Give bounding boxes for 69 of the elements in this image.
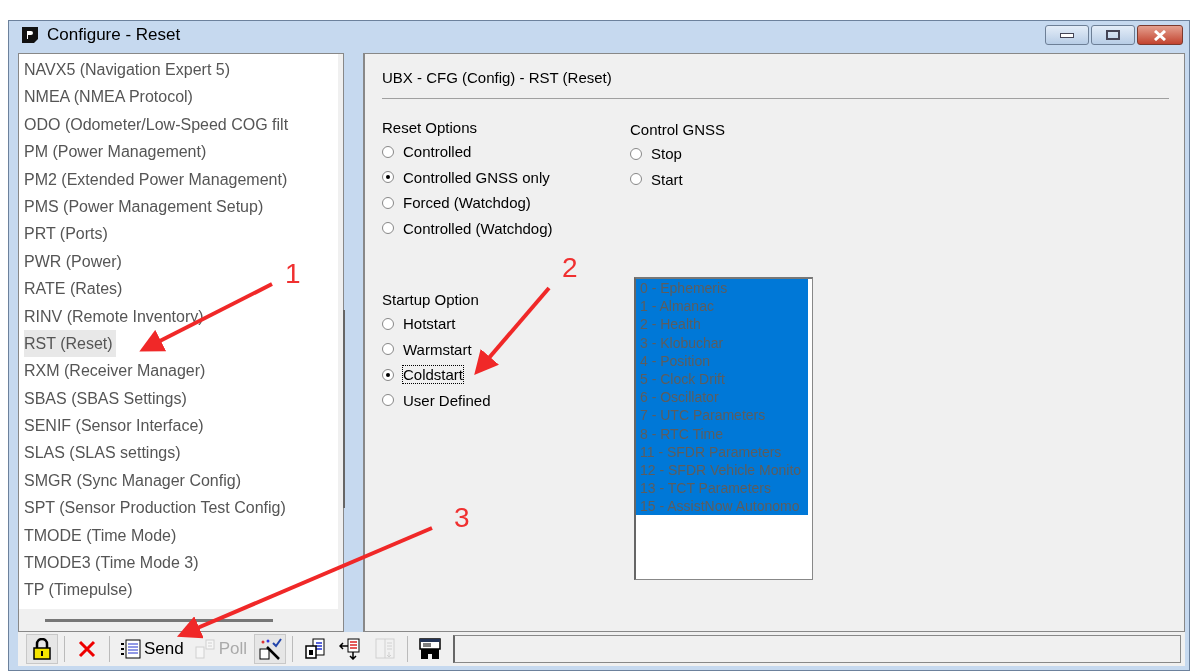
- radio-button[interactable]: [630, 173, 642, 186]
- group-label: Reset Options: [382, 119, 479, 136]
- app-icon: [21, 26, 39, 44]
- sidebar-item[interactable]: SBAS (SBAS Settings): [24, 384, 190, 413]
- radio-label[interactable]: Controlled (Watchdog): [403, 219, 553, 237]
- wand-icon: [258, 638, 283, 660]
- annotation-number: 3: [454, 502, 470, 534]
- lock-icon: [32, 638, 52, 660]
- close-icon: [1153, 29, 1167, 41]
- sidebar-item[interactable]: TP (Timepulse): [24, 576, 136, 604]
- panel-heading: UBX - CFG (Config) - RST (Reset): [382, 69, 1169, 99]
- radio-label[interactable]: Forced (Watchdog): [403, 194, 531, 212]
- group-label: Startup Option: [382, 291, 480, 308]
- annotation-number: 2: [562, 252, 578, 284]
- radio-label[interactable]: Coldstart: [403, 366, 464, 384]
- close-button[interactable]: [1137, 25, 1183, 45]
- window-title: Configure - Reset: [47, 25, 181, 45]
- send-button[interactable]: Send: [116, 634, 188, 664]
- sidebar-item[interactable]: RINV (Remote Inventory): [24, 302, 207, 330]
- sidebar-item[interactable]: ODO (Odometer/Low-Speed COG filt: [24, 110, 292, 139]
- radio-button[interactable]: [382, 196, 394, 209]
- sidebar-item[interactable]: RST (Reset): [24, 329, 116, 358]
- document-icon: [304, 638, 327, 660]
- annotation-number: 1: [285, 258, 301, 290]
- document-icon: [194, 639, 217, 659]
- sidebar-item[interactable]: NAVX5 (Navigation Expert 5): [24, 56, 233, 84]
- sidebar-item[interactable]: PM (Power Management): [24, 138, 210, 166]
- export-icon: [374, 638, 397, 660]
- import-icon: [339, 638, 362, 660]
- group-label: Control GNSS: [630, 121, 726, 138]
- scrollbar-thumb[interactable]: [343, 310, 345, 508]
- radio-label[interactable]: Warmstart: [403, 340, 472, 358]
- sidebar-item[interactable]: RATE (Rates): [24, 275, 126, 303]
- sidebar-item[interactable]: PMS (Power Management Setup): [24, 192, 267, 221]
- radio-button[interactable]: [630, 147, 642, 160]
- sidebar-item[interactable]: SLAS (SLAS settings): [24, 439, 184, 467]
- sidebar-item[interactable]: NMEA (NMEA Protocol): [24, 83, 196, 111]
- radio-button[interactable]: [382, 368, 394, 381]
- sidebar-item[interactable]: SPT (Sensor Production Test Config): [24, 494, 289, 522]
- maximize-button[interactable]: [1091, 25, 1135, 45]
- radio-button[interactable]: [382, 171, 394, 184]
- close-icon: [78, 640, 96, 658]
- toolbar-button[interactable]: [26, 634, 58, 664]
- sidebar-item[interactable]: SENIF (Sensor Interface): [24, 412, 207, 440]
- radio-button[interactable]: [382, 145, 394, 158]
- sidebar-item[interactable]: PRT (Ports): [24, 220, 111, 248]
- radio-label[interactable]: Stop: [651, 145, 682, 163]
- sidebar-item[interactable]: SMGR (Sync Manager Config): [24, 466, 244, 495]
- binoculars-icon: [418, 638, 443, 660]
- radio-label[interactable]: User Defined: [403, 391, 491, 409]
- sidebar-item[interactable]: TMODE3 (Time Mode 3): [24, 549, 202, 577]
- sidebar-item[interactable]: PM2 (Extended Power Management): [24, 165, 291, 193]
- toolbar-button[interactable]: [254, 634, 287, 664]
- scrollbar-thumb[interactable]: [45, 618, 273, 622]
- radio-label[interactable]: Controlled: [403, 143, 472, 161]
- sidebar-item[interactable]: PWR (Power): [24, 247, 125, 276]
- sidebar-item[interactable]: RXM (Receiver Manager): [24, 357, 209, 385]
- radio-label[interactable]: Start: [651, 170, 683, 188]
- radio-button[interactable]: [382, 343, 394, 356]
- sidebar-item[interactable]: TMODE (Time Mode): [24, 521, 180, 550]
- radio-button[interactable]: [382, 394, 394, 407]
- radio-label[interactable]: Controlled GNSS only: [403, 168, 550, 186]
- radio-label[interactable]: Hotstart: [403, 315, 456, 333]
- minimize-button[interactable]: [1045, 25, 1089, 45]
- maximize-icon: [1106, 30, 1120, 40]
- radio-button[interactable]: [382, 222, 394, 235]
- minimize-icon: [1060, 32, 1074, 38]
- document-icon: [120, 639, 142, 659]
- radio-button[interactable]: [382, 317, 394, 330]
